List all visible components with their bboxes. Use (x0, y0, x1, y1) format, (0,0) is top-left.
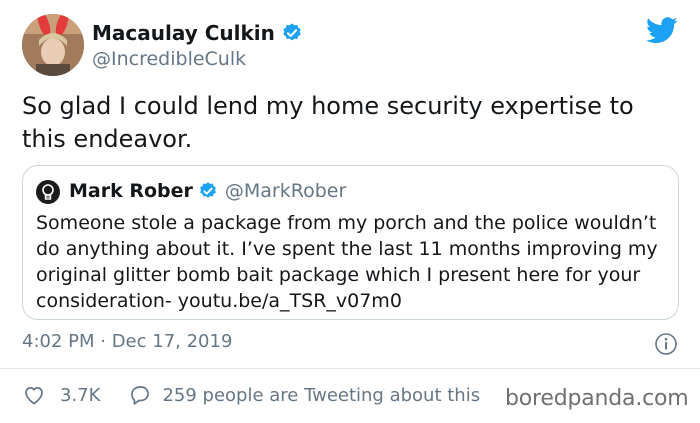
watermark: boredpanda.com (505, 386, 689, 411)
quoted-tweet-text: Someone stole a package from my porch an… (36, 212, 658, 312)
avatar-image (22, 14, 84, 76)
tweet-card: Macaulay Culkin @IncredibleCulk So glad … (0, 0, 700, 423)
heart-icon[interactable] (22, 383, 46, 407)
quoted-author-avatar[interactable] (36, 180, 60, 204)
tweet-text: So glad I could lend my home security ex… (22, 92, 634, 153)
quoted-handle[interactable]: @MarkRober (225, 180, 346, 202)
twitter-bird-icon[interactable] (646, 17, 678, 44)
info-icon[interactable] (654, 332, 678, 356)
verified-badge-icon (283, 23, 301, 41)
engagement-bar: 3.7K 259 people are Tweeting about this (22, 383, 480, 407)
author-display-name[interactable]: Macaulay Culkin (92, 21, 275, 45)
author-handle[interactable]: @IncredibleCulk (92, 48, 246, 70)
quoted-display-name[interactable]: Mark Rober (69, 180, 193, 202)
conversation-count[interactable]: 259 people are Tweeting about this (162, 385, 480, 406)
verified-badge-icon (199, 182, 216, 198)
quoted-name-row: Mark Rober @MarkRober (69, 180, 346, 202)
reply-icon[interactable] (128, 383, 152, 407)
quoted-tweet[interactable]: Mark Rober @MarkRober Someone stole a pa… (22, 165, 679, 320)
lightbulb-icon (42, 184, 54, 200)
tweet-timestamp[interactable]: 4:02 PM · Dec 17, 2019 (22, 331, 232, 352)
author-name-row: Macaulay Culkin (92, 21, 303, 45)
like-count[interactable]: 3.7K (60, 385, 100, 406)
author-avatar[interactable] (22, 14, 84, 76)
divider (0, 368, 700, 369)
